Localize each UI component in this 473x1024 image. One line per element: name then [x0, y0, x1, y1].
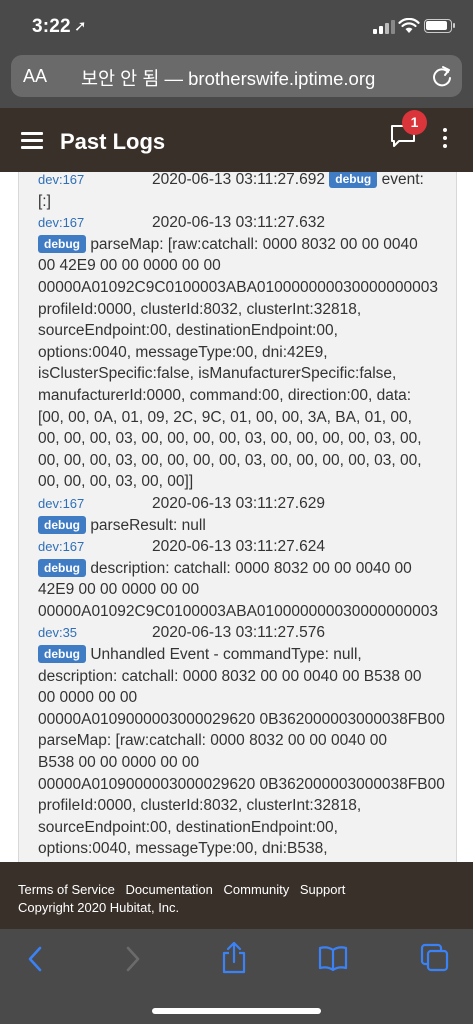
address-bar[interactable]: AA 보안 안 됨 — brotherswife.iptime.org — [11, 55, 462, 97]
log-entry: dev:167 2020-06-13 03:11:27.624 debug desc… — [38, 536, 456, 622]
home-indicator — [152, 1008, 321, 1014]
signal-icon — [373, 20, 395, 34]
log-entry: dev:167 2020-06-13 03:11:27.632 debug pars… — [38, 212, 456, 493]
log-message-line: 00, 00, 00, 03, 00, 00]] — [38, 473, 194, 491]
log-message-first-line: debug Unhandled Event - commandType: nul… — [38, 644, 456, 666]
device-link[interactable]: dev:167 — [38, 539, 84, 554]
log-message-line: 00000A0109000003000029620 0B362000003000… — [38, 710, 445, 728]
footer-links: Terms of Service Documentation Community… — [18, 882, 352, 897]
device-link[interactable]: dev:167 — [38, 496, 84, 511]
location-icon: ➚ — [74, 18, 87, 35]
log-message-line: 00000A01092C9C0100003ABA0100000000300000… — [38, 278, 438, 296]
status-bar: 3:22 ➚ — [0, 0, 473, 50]
log-level-badge: debug — [38, 645, 86, 664]
back-icon[interactable] — [26, 945, 44, 973]
log-level-badge: debug — [38, 558, 86, 577]
logs-area: dev:167 2020-06-13 03:11:27.692 debug eve… — [0, 172, 473, 862]
log-entry: dev:167 2020-06-13 03:11:27.692 debug eve… — [38, 172, 456, 212]
log-message-line: sourceEndpoint:00, destinationEndpoint:0… — [38, 322, 338, 340]
log-message-line: 00 0000 00 00 — [38, 689, 138, 707]
log-message-line: 00000A0109000003000029620 0B362000003000… — [38, 775, 445, 793]
log-message-line: manufacturerId:0000, command:00, directi… — [38, 386, 412, 404]
logs-panel[interactable]: dev:167 2020-06-13 03:11:27.692 debug eve… — [18, 172, 457, 862]
log-message-line: isClusterSpecific:false, isManufacturerS… — [38, 365, 397, 383]
device-link[interactable]: dev:35 — [38, 625, 77, 640]
log-timestamp: 2020-06-13 03:11:27.692 — [152, 172, 325, 188]
tabs-icon[interactable] — [420, 943, 450, 973]
support-link[interactable]: Support — [300, 882, 346, 897]
log-message-first-line: debug parseResult: null — [38, 515, 456, 537]
log-message-line: sourceEndpoint:00, destinationEndpoint:0… — [38, 818, 338, 836]
log-message-line: profileId:0000, clusterId:8032, clusterI… — [38, 300, 362, 318]
wifi-icon — [398, 18, 420, 33]
log-message-line: 42E9 00 00 0000 00 00 — [38, 581, 200, 599]
log-message-line: parseMap: [raw:catchall: 0000 8032 00 00… — [90, 235, 418, 253]
log-timestamp: 2020-06-13 03:11:27.576 — [152, 624, 325, 642]
log-level-badge: debug — [329, 172, 378, 188]
log-entry-header: dev:167 2020-06-13 03:11:27.624 — [38, 536, 456, 558]
device-link[interactable]: dev:167 — [38, 215, 84, 230]
share-icon[interactable] — [220, 941, 248, 975]
log-message-line: 00000A01092C9C0100003ABA0100000000300000… — [38, 602, 438, 620]
log-message-line: options:0040, messageType:00, dni:42E9, — [38, 343, 328, 361]
log-entry-header: dev:167 2020-06-13 03:11:27.692 debug eve… — [38, 172, 456, 191]
log-level-badge: debug — [38, 515, 86, 534]
log-message-first-line: debug parseMap: [raw:catchall: 0000 8032… — [38, 234, 456, 256]
log-message-line: parseMap: [raw:catchall: 0000 8032 00 00… — [38, 732, 387, 750]
log-entry-header: dev:167 2020-06-13 03:11:27.632 — [38, 212, 456, 234]
community-link[interactable]: Community — [224, 882, 290, 897]
device-link[interactable]: dev:167 — [38, 172, 84, 187]
log-message-line: 00, 00, 00, 03, 00, 00, 00, 00, 03, 00, … — [38, 430, 422, 448]
log-message-line: description: catchall: 0000 8032 00 00 0… — [38, 667, 422, 685]
log-message-line: B538 00 00 0000 00 00 — [38, 754, 200, 772]
log-message-line: event: — [381, 172, 424, 188]
text-size-button[interactable]: AA — [23, 66, 47, 87]
log-message-line: options:0040, messageType:00, dni:B538, — [38, 840, 328, 858]
log-entry: dev:167 2020-06-13 03:11:27.629 debug pars… — [38, 493, 456, 537]
bookmarks-icon[interactable] — [318, 945, 348, 971]
log-entry-header: dev:167 2020-06-13 03:11:27.629 — [38, 493, 456, 515]
log-message-line: 00 42E9 00 00 0000 00 00 — [38, 257, 221, 275]
log-entry: dev:35 2020-06-13 03:11:27.576 debug Unhan… — [38, 622, 456, 860]
documentation-link[interactable]: Documentation — [125, 882, 212, 897]
notification-badge[interactable]: 1 — [402, 110, 427, 135]
page-title: Past Logs — [60, 129, 166, 154]
log-entry-header: dev:35 2020-06-13 03:11:27.576 — [38, 622, 456, 644]
battery-icon — [424, 19, 455, 33]
log-level-badge: debug — [38, 234, 86, 253]
log-message-line: Unhandled Event - commandType: null, — [90, 646, 362, 664]
log-list: dev:167 2020-06-13 03:11:27.692 debug eve… — [38, 172, 456, 860]
log-message-line: profileId:0000, clusterId:8032, clusterI… — [38, 797, 362, 815]
menu-icon[interactable] — [21, 132, 43, 149]
log-message-line: [00, 00, 0A, 01, 09, 2C, 9C, 01, 00, 00,… — [38, 408, 412, 426]
terms-link[interactable]: Terms of Service — [18, 882, 115, 897]
forward-icon[interactable] — [124, 945, 142, 973]
copyright: Copyright 2020 Hubitat, Inc. — [18, 900, 180, 915]
status-time: 3:22 — [32, 16, 71, 37]
log-message-line: 00, 00, 00, 03, 00, 00, 00, 00, 03, 00, … — [38, 451, 422, 469]
log-timestamp: 2020-06-13 03:11:27.624 — [152, 538, 325, 556]
log-message-line: [:] — [38, 192, 51, 210]
footer: Terms of Service Documentation Community… — [0, 862, 473, 929]
log-message-line: description: catchall: 0000 8032 00 00 0… — [90, 559, 412, 577]
reload-icon[interactable] — [431, 64, 453, 88]
log-timestamp: 2020-06-13 03:11:27.629 — [152, 494, 325, 512]
more-options-icon[interactable] — [442, 128, 448, 150]
log-message-line: parseResult: null — [90, 516, 206, 534]
log-timestamp: 2020-06-13 03:11:27.632 — [152, 214, 325, 232]
log-message-first-line: debug description: catchall: 0000 8032 0… — [38, 558, 456, 580]
url-text[interactable]: 보안 안 됨 — brotherswife.iptime.org — [81, 65, 375, 91]
